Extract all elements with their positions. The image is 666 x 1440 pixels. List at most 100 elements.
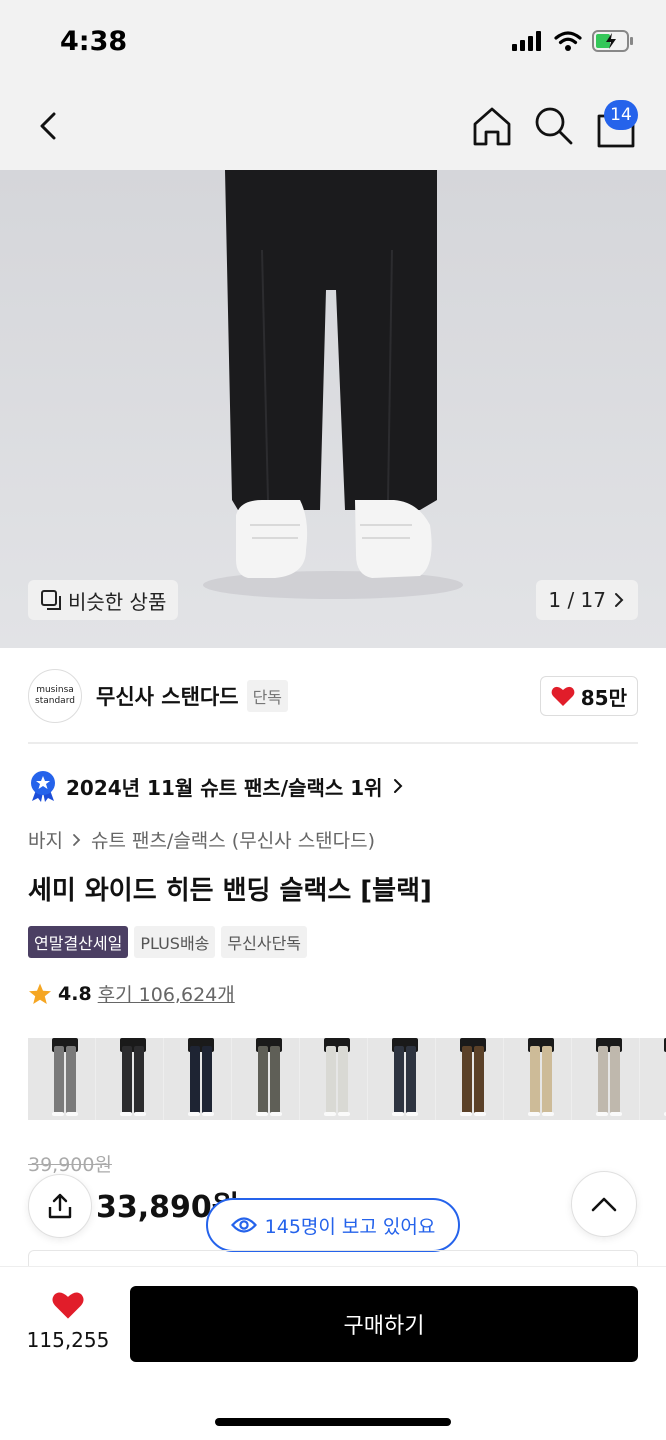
thumbnail-pant-leg: [530, 1046, 540, 1114]
thumbnail-shoe: [406, 1112, 418, 1116]
thumbnail-pant-leg: [338, 1046, 348, 1114]
thumbnail-pant-leg: [610, 1046, 620, 1114]
color-variant-thumbnail[interactable]: [368, 1038, 436, 1120]
brand-logo-line1: musinsa: [36, 685, 74, 695]
review-count-link[interactable]: 후기 106,624개: [98, 980, 235, 1007]
thumbnail-shoe: [460, 1112, 472, 1116]
color-variant-thumbnail[interactable]: [28, 1038, 96, 1120]
thumbnail-pant-leg: [202, 1046, 212, 1114]
thumbnail-pant-leg: [406, 1046, 416, 1114]
thumbnail-shoe: [474, 1112, 486, 1116]
original-price: 39,900원: [28, 1154, 112, 1176]
thumbnail-shoe: [52, 1112, 64, 1116]
viewers-count-pill: 145명이 보고 있어요: [206, 1198, 460, 1252]
cart-count-badge: 14: [604, 100, 638, 130]
chevron-right-icon: [393, 779, 402, 793]
thumbnail-pant-leg: [54, 1046, 64, 1114]
thumbnail-pant-leg: [134, 1046, 144, 1114]
status-time: 4:38: [60, 26, 128, 57]
thumbnail-shoe: [338, 1112, 350, 1116]
color-variant-thumbnail[interactable]: [504, 1038, 572, 1120]
brand-logo[interactable]: musinsa standard: [28, 669, 82, 723]
color-variant-thumbnail[interactable]: [436, 1038, 504, 1120]
thumbnail-pant-leg: [598, 1046, 608, 1114]
chevron-right-icon: [615, 593, 624, 607]
thumbnail-pant-leg: [270, 1046, 280, 1114]
similar-products-button[interactable]: 비슷한 상품: [28, 580, 179, 620]
sale-tag: 연말결산세일: [28, 926, 129, 958]
breadcrumb: 바지 슈트 팬츠/슬랙스 (무신사 스탠다드): [28, 826, 375, 853]
nav-bar: [0, 84, 666, 170]
brand-like-count: 85만: [580, 685, 627, 710]
rating-row: 4.8 후기 106,624개: [28, 980, 235, 1007]
wifi-icon: [554, 31, 582, 51]
ranking-badge-icon: [31, 771, 55, 802]
heart-icon: [52, 1292, 84, 1319]
product-image[interactable]: 비슷한 상품 1 / 17: [0, 170, 666, 648]
battery-icon: [592, 30, 633, 52]
share-icon: [48, 1193, 72, 1219]
thumbnail-shoe: [596, 1112, 608, 1116]
scroll-top-button[interactable]: [571, 1171, 637, 1237]
thumbnail-pant-leg: [326, 1046, 336, 1114]
product-title: 세미 와이드 히든 밴딩 슬랙스 [블랙]: [28, 876, 432, 906]
status-bar: 4:38: [0, 0, 666, 84]
thumbnail-shoe: [134, 1112, 146, 1116]
image-pager[interactable]: 1 / 17: [536, 580, 638, 620]
thumbnail-pant-leg: [474, 1046, 484, 1114]
ranking-text: 2024년 11월 슈트 팬츠/슬랙스 1위: [66, 775, 383, 800]
thumbnail-pant-leg: [122, 1046, 132, 1114]
breadcrumb-category[interactable]: 바지: [28, 826, 63, 853]
wishlist-count: 115,255: [26, 1328, 110, 1352]
exclusive-badge: 단독: [246, 680, 289, 712]
thumbnail-pant-leg: [462, 1046, 472, 1114]
color-variant-thumbnail[interactable]: [232, 1038, 300, 1120]
star-icon: [29, 983, 51, 1004]
color-variant-thumbnail[interactable]: [572, 1038, 640, 1120]
thumbnail-shoe: [256, 1112, 268, 1116]
brand-logo-line2: standard: [35, 696, 75, 706]
thumbnail-shoe: [392, 1112, 404, 1116]
wishlist-button[interactable]: 115,255: [26, 1290, 110, 1352]
color-variant-thumbnail[interactable]: [300, 1038, 368, 1120]
brand-like-button[interactable]: 85만: [539, 676, 638, 716]
thumbnail-shoe: [610, 1112, 622, 1116]
thumbnail-shoe: [202, 1112, 214, 1116]
ranking-link[interactable]: 2024년 11월 슈트 팬츠/슬랙스 1위: [28, 770, 405, 802]
heart-icon: [551, 686, 575, 706]
chevron-right-icon: [73, 833, 81, 846]
buy-button[interactable]: 구매하기: [130, 1286, 638, 1362]
thumbnail-shoe: [542, 1112, 554, 1116]
thumbnail-shoe: [188, 1112, 200, 1116]
brand-row: musinsa standard 무신사 스탠다드 단독 85만: [28, 668, 638, 724]
color-variant-thumbnail[interactable]: [640, 1038, 666, 1120]
thumbnail-shoe: [528, 1112, 540, 1116]
thumbnail-pant-leg: [542, 1046, 552, 1114]
home-indicator: [215, 1418, 451, 1426]
similar-products-label: 비슷한 상품: [68, 589, 167, 614]
back-icon[interactable]: [30, 104, 70, 148]
brand-name[interactable]: 무신사 스탠다드: [96, 681, 239, 711]
thumbnail-shoe: [270, 1112, 282, 1116]
thumbnail-pant-leg: [258, 1046, 268, 1114]
color-variant-list: [28, 1038, 666, 1120]
image-pager-label: 1 / 17: [548, 588, 606, 612]
exclusive-tag: 무신사단독: [221, 926, 308, 958]
product-photo: [0, 170, 666, 648]
divider: [28, 742, 638, 744]
product-tags: 연말결산세일 PLUS배송 무신사단독: [28, 926, 308, 958]
thumbnail-pant-leg: [66, 1046, 76, 1114]
share-button[interactable]: [28, 1174, 92, 1238]
status-icons: [512, 30, 634, 52]
similar-icon: [41, 590, 61, 610]
eye-icon: [230, 1217, 257, 1233]
signal-icon: [512, 31, 541, 51]
thumbnail-shoe: [120, 1112, 132, 1116]
thumbnail-pant-leg: [394, 1046, 404, 1114]
rating-score: 4.8: [58, 982, 92, 1005]
home-icon[interactable]: [470, 104, 514, 148]
color-variant-thumbnail[interactable]: [96, 1038, 164, 1120]
color-variant-thumbnail[interactable]: [164, 1038, 232, 1120]
search-icon[interactable]: [532, 104, 576, 148]
breadcrumb-subcategory[interactable]: 슈트 팬츠/슬랙스 (무신사 스탠다드): [91, 826, 375, 853]
